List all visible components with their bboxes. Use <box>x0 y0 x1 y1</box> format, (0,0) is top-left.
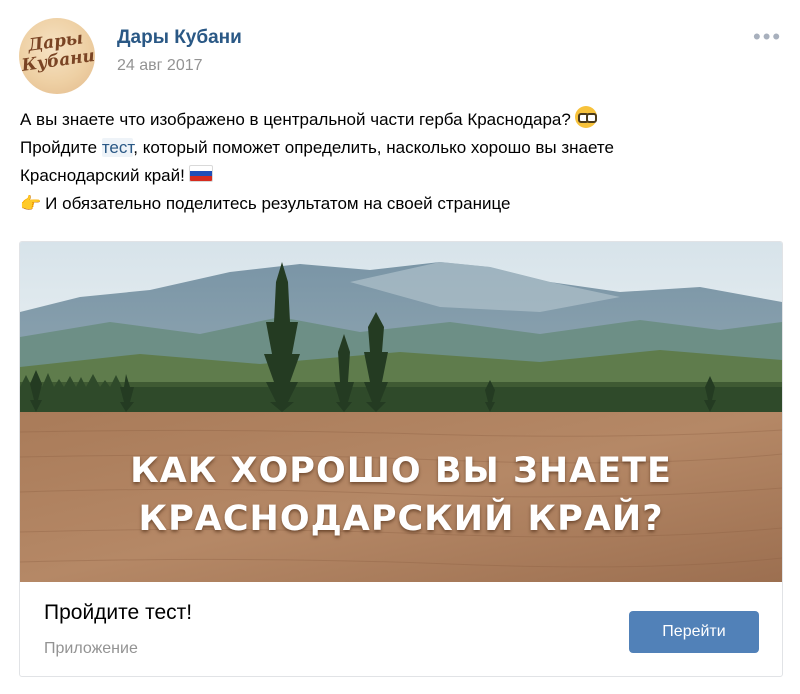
ellipsis-icon[interactable]: ••• <box>753 26 782 48</box>
post-text-line-3: Краснодарский край! <box>20 162 780 190</box>
post-text-line-2: Пройдите тест, который поможет определит… <box>20 134 780 162</box>
author-name[interactable]: Дары Кубани <box>117 27 242 49</box>
card-title[interactable]: Пройдите тест! <box>44 601 192 625</box>
post-text-line-2-start: Пройдите <box>20 138 102 157</box>
card-banner-headline: КАК ХОРОШО ВЫ ЗНАЕТЕ КРАСНОДАРСКИЙ КРАЙ? <box>20 447 782 543</box>
pointing-hand-emoji-icon: 👉 <box>20 194 42 213</box>
card-subtitle: Приложение <box>44 640 138 657</box>
post-text-line-2-end: , который поможет определить, насколько … <box>133 138 614 157</box>
post-text-line-1-content: А вы знаете что изображено в центральной… <box>20 110 571 129</box>
wall-post: Дары Кубани Дары Кубани 24 авг 2017 ••• … <box>0 0 800 694</box>
go-button[interactable]: Перейти <box>629 611 759 653</box>
test-link[interactable]: тест <box>101 138 134 157</box>
card-banner-headline-line2: КРАСНОДАРСКИЙ КРАЙ? <box>138 499 664 539</box>
post-text-line-1: А вы знаете что изображено в центральной… <box>20 106 780 134</box>
app-card[interactable]: КАК ХОРОШО ВЫ ЗНАЕТЕ КРАСНОДАРСКИЙ КРАЙ?… <box>19 241 783 677</box>
post-text-line-4-content: И обязательно поделитесь результатом на … <box>45 194 511 213</box>
avatar[interactable]: Дары Кубани <box>19 18 95 94</box>
nerd-face-emoji-icon <box>574 106 597 128</box>
card-banner-headline-line1: КАК ХОРОШО ВЫ ЗНАЕТЕ <box>130 451 672 491</box>
russia-flag-emoji-icon <box>188 165 213 182</box>
post-text-line-4: 👉 И обязательно поделитесь результатом на… <box>20 190 780 218</box>
post-text-line-3-content: Краснодарский край! <box>20 166 185 185</box>
post-date[interactable]: 24 авг 2017 <box>117 57 203 75</box>
avatar-logo: Дары Кубани <box>19 28 95 76</box>
post-text: А вы знаете что изображено в центральной… <box>20 106 780 218</box>
